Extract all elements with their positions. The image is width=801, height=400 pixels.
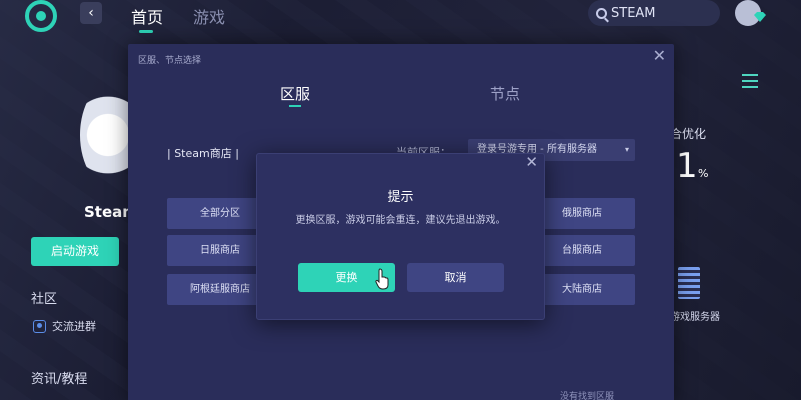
prompt-message: 更换区服，游戏可能会重连，建议先退出游戏。 xyxy=(295,215,506,226)
dialog-title: 区服、节点选择 xyxy=(138,56,202,66)
join-group-link[interactable]: 交流进群 xyxy=(33,318,96,334)
user-icon xyxy=(33,319,46,333)
search-icon xyxy=(596,7,607,19)
join-group-label: 交流进群 xyxy=(52,320,96,333)
top-bar: ‹ 首页 游戏 STEAM xyxy=(0,0,801,33)
search-box[interactable]: STEAM xyxy=(588,0,720,26)
start-game-button[interactable]: 启动游戏 xyxy=(31,237,119,266)
guides-heading: 资讯/教程 xyxy=(31,372,88,387)
community-heading: 社区 xyxy=(31,292,58,307)
chevron-down-icon: ▾ xyxy=(624,145,629,154)
tab-region[interactable]: 区服 xyxy=(280,83,310,107)
close-icon[interactable]: ✕ xyxy=(653,46,666,65)
optimize-label: 合优化 xyxy=(670,127,707,141)
cancel-button[interactable]: 取消 xyxy=(407,263,504,292)
prompt-title: 提示 xyxy=(387,190,414,205)
search-input[interactable]: STEAM xyxy=(611,6,656,21)
optimize-unit: % xyxy=(698,167,709,180)
tab-node[interactable]: 节点 xyxy=(490,83,520,104)
server-label: 游戏服务器 xyxy=(670,312,720,323)
app-logo-icon[interactable] xyxy=(25,0,57,32)
store-label: | Steam商店 | xyxy=(167,147,239,160)
nav-games[interactable]: 游戏 xyxy=(193,4,225,28)
optimize-value: 1 xyxy=(676,146,698,186)
confirm-change-dialog: ✕ 提示 更换区服，游戏可能会重连，建议先退出游戏。 更换 取消 xyxy=(256,153,545,320)
nav-home[interactable]: 首页 xyxy=(131,4,163,33)
hand-cursor-icon xyxy=(375,268,389,290)
settings-sliders-icon[interactable] xyxy=(742,74,758,88)
region-not-found-link[interactable]: 没有找到区服 xyxy=(560,389,614,400)
close-icon[interactable]: ✕ xyxy=(525,153,538,171)
back-button[interactable]: ‹ xyxy=(80,2,102,24)
server-icon xyxy=(678,267,700,299)
